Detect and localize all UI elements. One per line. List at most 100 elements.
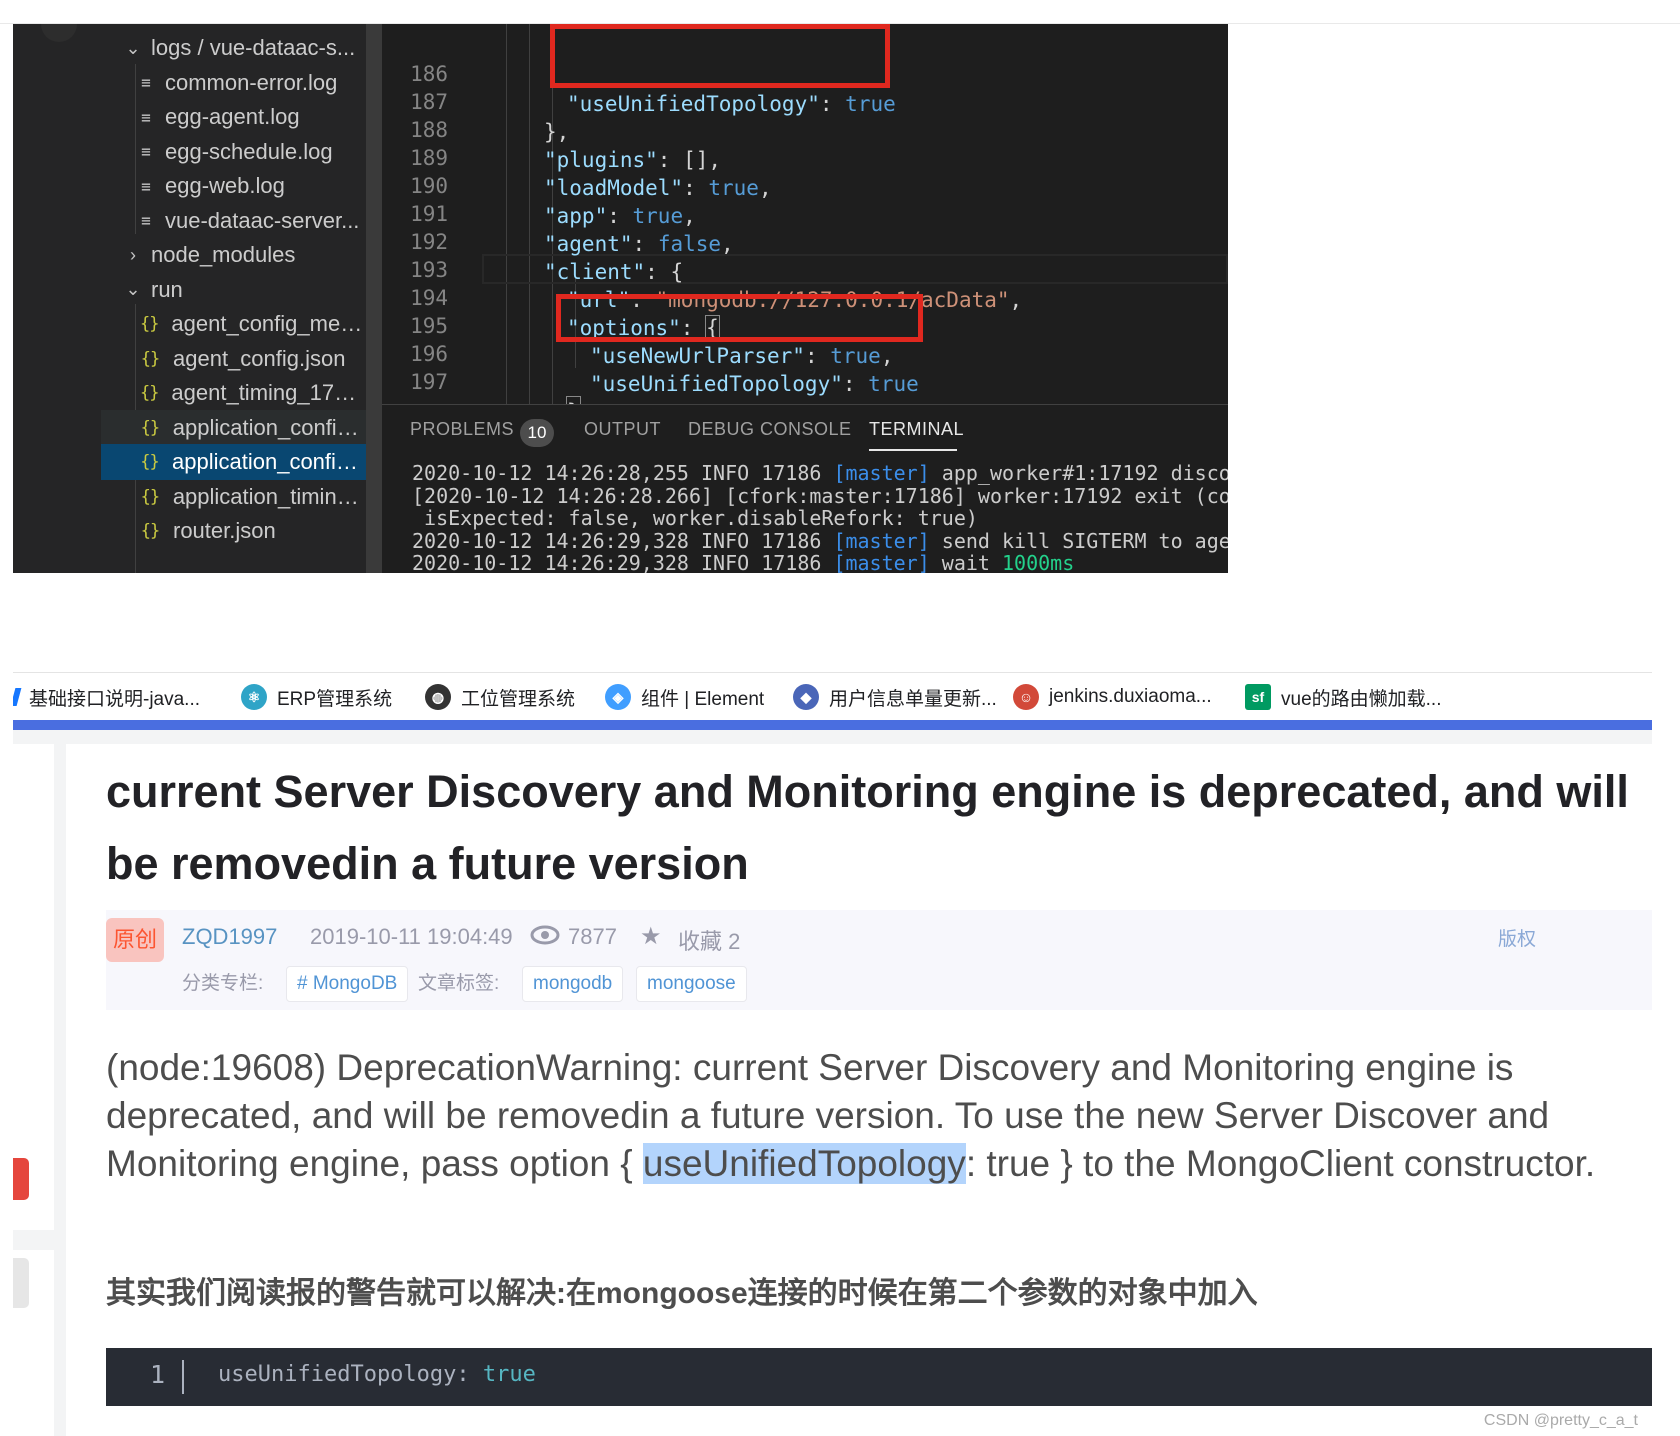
- explorer-item-label: node_modules: [151, 242, 296, 267]
- line-number: 1: [150, 1360, 166, 1389]
- jenkins-icon: ☺: [1013, 684, 1039, 710]
- explorer-item-label: egg-agent.log: [165, 104, 300, 129]
- terminal-line: 2020-10-12 14:26:29,328 INFO 17186 [mast…: [412, 528, 1228, 553]
- explorer-item[interactable]: {} application_config...: [101, 409, 366, 446]
- code-text: }: [566, 396, 581, 404]
- file-explorer: ⌄ logs / vue-dataac-s... ≡ common-error.log…: [101, 24, 382, 573]
- code-line-194: 194 "options": {: [382, 253, 1228, 341]
- explorer-item-label: router.json: [173, 518, 276, 543]
- bookmark-item[interactable]: ◈ 组件 | Element: [605, 673, 764, 721]
- code-area[interactable]: 186 "useUnifiedTopology": true 187 }, 18…: [382, 24, 1228, 404]
- sidebar-gray-tab[interactable]: [13, 1258, 29, 1308]
- article-tag[interactable]: mongodb: [522, 966, 624, 1002]
- original-badge: 原创: [106, 918, 164, 962]
- bookmark-label: jenkins.duxiaoma...: [1049, 686, 1212, 707]
- problems-count-badge: 10: [520, 419, 554, 447]
- tab-terminal[interactable]: TERMINAL: [869, 419, 964, 440]
- json-file-icon: {}: [140, 452, 159, 472]
- article-title: current Server Discovery and Monitoring …: [106, 766, 1629, 889]
- explorer-item[interactable]: ⌄ run: [101, 272, 366, 308]
- bookmark-item[interactable]: ☺ jenkins.duxiaoma...: [1013, 673, 1212, 721]
- explorer-item[interactable]: ≡ egg-agent.log: [101, 99, 366, 135]
- explorer-scrollbar[interactable]: [366, 24, 382, 573]
- code-block[interactable]: 1 useUnifiedTopology: true: [106, 1348, 1652, 1406]
- tab-problems[interactable]: PROBLEMS: [410, 419, 514, 440]
- text-file-icon: ≡: [141, 73, 151, 92]
- explorer-item-label: application_config...: [172, 414, 366, 440]
- article-paragraph: (node:19608) DeprecationWarning: current…: [106, 1047, 1596, 1184]
- article: current Server Discovery and Monitoring …: [66, 744, 1652, 1436]
- json-file-icon: {}: [140, 348, 160, 369]
- code-line-188: 188 "plugins": [],: [382, 85, 1228, 172]
- explorer-item[interactable]: {} router.json: [101, 513, 366, 549]
- site-header-band: [13, 720, 1652, 730]
- explorer-item[interactable]: {} application_config....: [101, 444, 366, 480]
- explorer-item[interactable]: ≡ egg-schedule.log: [101, 134, 366, 170]
- line-number-divider: [182, 1360, 184, 1394]
- bookmark-item[interactable]: ◆ 用户信息单量更新...: [793, 673, 997, 721]
- article-paragraph: 其实我们阅读报的警告就可以解决:在mongoose连接的时候在第二个参数的对象中…: [106, 1277, 1258, 1310]
- explorer-item[interactable]: ≡ vue-dataac-server...: [101, 203, 366, 239]
- code-line-193: 193 "url": "mongodb://127.0.0.1/acData",: [382, 225, 1228, 312]
- code-line-192: 192 "client": {: [382, 197, 1228, 284]
- terminal-line: isExpected: false, worker.disableRefork:…: [412, 506, 978, 530]
- star-icon[interactable]: ★: [640, 922, 662, 951]
- tab-debug-console[interactable]: DEBUG CONSOLE: [688, 419, 852, 440]
- bottom-panel: PROBLEMS 10 OUTPUT DEBUG CONSOLE TERMINA…: [382, 404, 1228, 573]
- code-editor-window: ⌄ logs / vue-dataac-s... ≡ common-error.log…: [13, 24, 1228, 573]
- json-file-icon: {}: [139, 383, 159, 403]
- explorer-item-label: agent_timing_1727...: [171, 380, 366, 405]
- copyright-link[interactable]: 版权: [1498, 924, 1536, 951]
- explorer-item-label: run: [151, 276, 183, 302]
- doc-icon: [13, 688, 22, 706]
- explorer-item[interactable]: ⌄ logs / vue-dataac-s...: [101, 30, 366, 66]
- bookmark-item[interactable]: ◍ 工位管理系统: [425, 673, 575, 721]
- globe-icon: ◍: [425, 684, 451, 710]
- json-key: "useUnifiedTopology": [590, 372, 843, 396]
- category-label: 分类专栏:: [182, 973, 264, 994]
- code-line-189: 189 "loadModel": true,: [382, 113, 1228, 200]
- bookmark-item[interactable]: 基础接口说明-java...: [13, 673, 200, 721]
- category-tag[interactable]: # MongoDB: [286, 966, 409, 1002]
- explorer-item[interactable]: › node_modules: [101, 237, 366, 273]
- terminal-line: 2020-10-12 14:26:29,328 INFO 17186 [mast…: [412, 551, 1075, 573]
- explorer-item[interactable]: {} application_timing...: [101, 479, 366, 515]
- text-file-icon: ≡: [141, 107, 151, 127]
- bookmark-label: 工位管理系统: [461, 688, 576, 710]
- bookmarks-bar: 基础接口说明-java... ⚛ ERP管理系统 ◍ 工位管理系统 ◈ 组件 | Eleme…: [13, 672, 1652, 720]
- explorer-item-label: logs / vue-dataac-s...: [151, 35, 356, 60]
- browser-window: 基础接口说明-java... ⚛ ERP管理系统 ◍ 工位管理系统 ◈ 组件 | Eleme…: [13, 672, 1652, 1436]
- element-icon: ◈: [605, 684, 631, 710]
- account-icon[interactable]: [41, 24, 77, 42]
- favorite-count[interactable]: 收藏 2: [678, 924, 740, 956]
- article-tag[interactable]: mongoose: [636, 966, 747, 1002]
- eye-icon: [530, 924, 560, 952]
- line-number: 197: [410, 370, 448, 394]
- chevron-down-icon[interactable]: ⌄: [123, 38, 143, 59]
- explorer-item-label: application_timing...: [172, 483, 366, 509]
- sidebar-red-tab[interactable]: [13, 1158, 29, 1200]
- explorer-item[interactable]: {} agent_config.json: [101, 341, 366, 377]
- bookmark-label: ERP管理系统: [277, 688, 393, 710]
- author-link[interactable]: ZQD1997: [182, 924, 277, 950]
- explorer-item-label: agent_config_meta...: [171, 311, 366, 336]
- terminal-line: 2020-10-12 14:26:28,255 INFO 17186 [mast…: [412, 461, 1228, 485]
- json-file-icon: {}: [139, 314, 159, 334]
- explorer-item[interactable]: ≡ egg-web.log: [101, 168, 366, 204]
- json-value: true: [868, 372, 919, 396]
- json-file-icon: {}: [140, 521, 160, 541]
- sf-icon: sf: [1245, 684, 1271, 710]
- chevron-right-icon[interactable]: ›: [123, 245, 143, 266]
- bookmark-item[interactable]: sf vue的路由懒加载...: [1245, 673, 1441, 721]
- bookmark-label: vue的路由懒加载...: [1281, 688, 1442, 710]
- json-file-icon: {}: [140, 417, 160, 438]
- explorer-item[interactable]: {} agent_config_meta...: [101, 306, 366, 342]
- chevron-down-icon[interactable]: ⌄: [123, 279, 143, 300]
- explorer-item[interactable]: ≡ common-error.log: [101, 65, 366, 101]
- explorer-item[interactable]: {} agent_timing_1727...: [101, 375, 366, 411]
- highlight-box: [550, 24, 890, 88]
- json-file-icon: {}: [140, 486, 160, 507]
- bookmark-item[interactable]: ⚛ ERP管理系统: [241, 673, 392, 721]
- tab-output[interactable]: OUTPUT: [584, 419, 661, 440]
- text-file-icon: ≡: [141, 211, 151, 230]
